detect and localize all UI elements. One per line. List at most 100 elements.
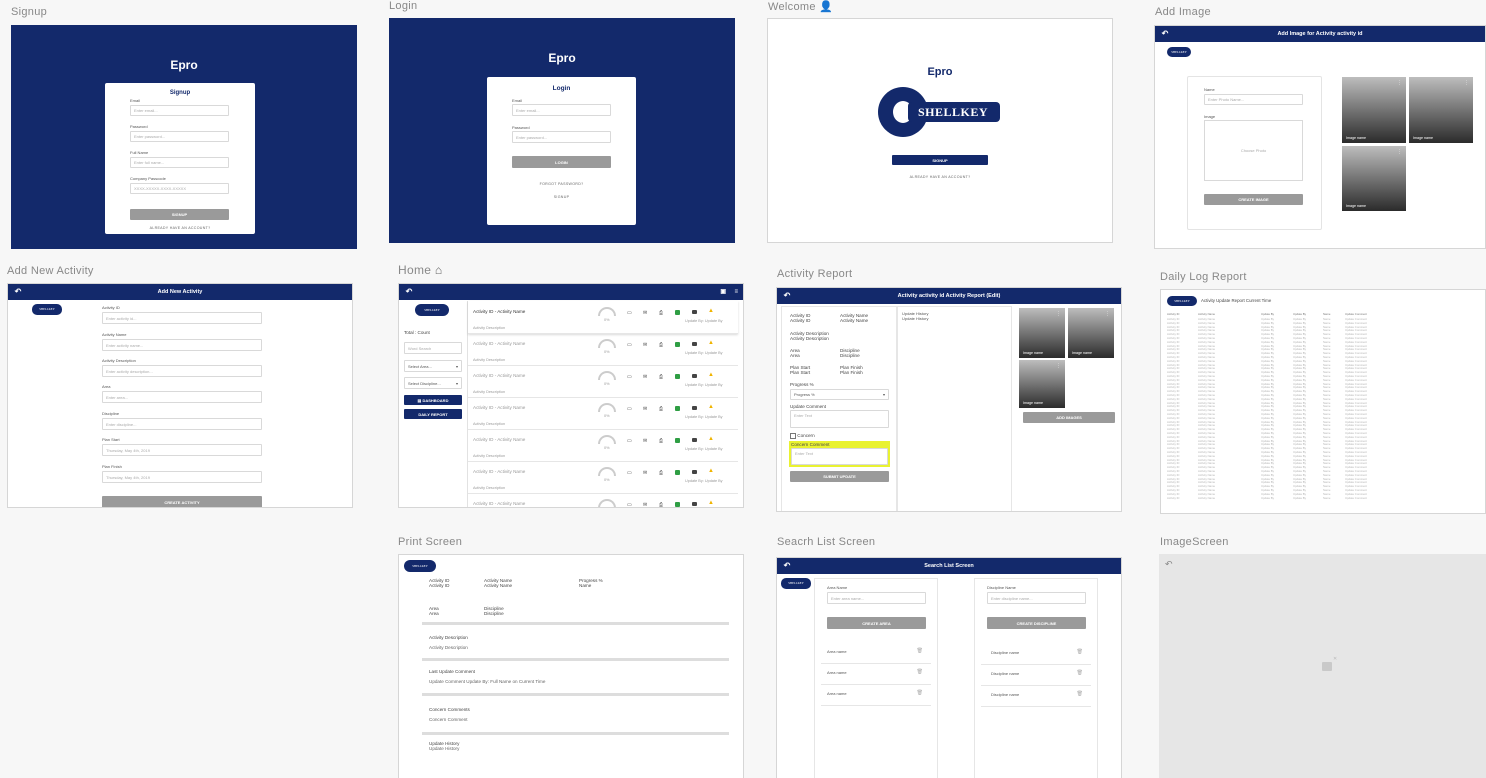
already-have-account-link[interactable]: ALREADY HAVE AN ACCOUNT? bbox=[105, 226, 255, 230]
dashboard-button[interactable]: ▤ DASHBOARD bbox=[404, 395, 462, 405]
trash-icon[interactable]: 🗑 bbox=[917, 648, 923, 654]
create-area-button[interactable]: CREATE AREA bbox=[827, 617, 926, 629]
chat-icon[interactable] bbox=[675, 406, 680, 411]
create-activity-button[interactable]: CREATE ACTIVITY bbox=[102, 496, 262, 507]
mail-icon[interactable]: ✉ bbox=[643, 310, 647, 316]
grid-icon[interactable]: ▣ bbox=[720, 284, 726, 300]
back-icon[interactable]: ↶ bbox=[782, 291, 792, 301]
warning-icon[interactable]: ▲ bbox=[708, 372, 714, 378]
activity-row[interactable]: Activity ID - Activity NameActivity Desc… bbox=[468, 397, 738, 430]
passcode-field[interactable]: XXXX-XXXXX-XXXX-XXXXX bbox=[130, 183, 229, 194]
more-icon[interactable]: ⋮ bbox=[1464, 80, 1469, 86]
word-search-input[interactable]: Word Search bbox=[404, 342, 462, 354]
list-item[interactable]: Discipline name 🗑 bbox=[981, 665, 1091, 686]
trash-icon[interactable]: 🗑 bbox=[1077, 670, 1083, 676]
signup-button[interactable]: SIGNUP bbox=[130, 209, 229, 220]
daily-report-button[interactable]: DAILY REPORT bbox=[404, 409, 462, 419]
activity-row[interactable]: Activity ID - Activity NameActivity Desc… bbox=[468, 301, 738, 334]
activity-row[interactable]: Activity ID - Activity NameActivity Desc… bbox=[468, 429, 738, 462]
camera-icon[interactable] bbox=[692, 438, 697, 442]
print-icon[interactable]: ⎙ bbox=[659, 502, 663, 507]
already-have-account-link[interactable]: ALREADY HAVE AN ACCOUNT? bbox=[768, 175, 1112, 179]
back-icon[interactable]: ↶ bbox=[782, 561, 792, 571]
mail-icon[interactable]: ✉ bbox=[643, 374, 647, 380]
more-icon[interactable]: ⋮ bbox=[1397, 149, 1402, 155]
folder-icon[interactable]: ▭ bbox=[627, 502, 632, 507]
signup-button[interactable]: SIGNUP bbox=[892, 155, 988, 165]
activity-row[interactable]: Activity ID - Activity NameActivity Desc… bbox=[468, 333, 738, 366]
list-item[interactable]: Area name 🗑 bbox=[821, 685, 931, 706]
back-icon[interactable]: ↶ bbox=[1160, 29, 1170, 39]
print-icon[interactable]: ⎙ bbox=[659, 470, 663, 476]
login-button[interactable]: LOGIN bbox=[512, 156, 611, 168]
print-icon[interactable]: ⎙ bbox=[659, 406, 663, 412]
print-icon[interactable]: ⎙ bbox=[659, 342, 663, 348]
activity-row[interactable]: Activity ID - Activity NameActivity Desc… bbox=[468, 461, 738, 494]
add-images-button[interactable]: ADD IMAGES bbox=[1023, 412, 1115, 423]
trash-icon[interactable]: 🗑 bbox=[917, 690, 923, 696]
chat-icon[interactable] bbox=[675, 342, 680, 347]
folder-icon[interactable]: ▭ bbox=[627, 406, 632, 412]
folder-icon[interactable]: ▭ bbox=[627, 470, 632, 476]
list-item[interactable]: Area name 🗑 bbox=[821, 643, 931, 664]
create-image-button[interactable]: CREATE IMAGE bbox=[1204, 194, 1303, 205]
folder-icon[interactable]: ▭ bbox=[627, 310, 632, 316]
concern-comment-field[interactable]: Enter Text bbox=[791, 448, 888, 465]
chat-icon[interactable] bbox=[675, 470, 680, 475]
trash-icon[interactable]: 🗑 bbox=[1077, 691, 1083, 697]
select-discipline-dropdown[interactable]: Select Discipline... ▾ bbox=[404, 377, 462, 389]
trash-icon[interactable]: 🗑 bbox=[1077, 649, 1083, 655]
chat-icon[interactable] bbox=[675, 438, 680, 443]
discipline-field[interactable]: Enter discipline... bbox=[102, 418, 262, 430]
activity-description-field[interactable]: Enter activity description... bbox=[102, 365, 262, 377]
forgot-password-link[interactable]: FORGOT PASSWORD? bbox=[487, 182, 636, 186]
password-field[interactable]: Enter password... bbox=[512, 131, 611, 143]
image-thumbnail[interactable]: ⋮ Image name bbox=[1019, 308, 1065, 358]
back-icon[interactable]: ↶ bbox=[1165, 559, 1173, 570]
mail-icon[interactable]: ✉ bbox=[643, 342, 647, 348]
mail-icon[interactable]: ✉ bbox=[643, 502, 647, 507]
mail-icon[interactable]: ✉ bbox=[643, 438, 647, 444]
camera-icon[interactable] bbox=[692, 470, 697, 474]
activity-id-field[interactable]: Enter activity id... bbox=[102, 312, 262, 324]
back-icon[interactable]: ↶ bbox=[13, 287, 23, 297]
progress-select[interactable]: Progress % ▾ bbox=[790, 389, 889, 400]
print-icon[interactable]: ⎙ bbox=[659, 310, 663, 316]
print-icon[interactable]: ⎙ bbox=[659, 374, 663, 380]
select-area-dropdown[interactable]: Select Area... ▾ bbox=[404, 360, 462, 372]
create-discipline-button[interactable]: CREATE DISCIPLINE bbox=[987, 617, 1086, 629]
signup-link[interactable]: SIGNUP bbox=[487, 195, 636, 199]
list-item[interactable]: Discipline name 🗑 bbox=[981, 686, 1091, 707]
concern-checkbox[interactable]: Concern bbox=[790, 433, 815, 439]
folder-icon[interactable]: ▭ bbox=[627, 342, 632, 348]
full-name-field[interactable]: Enter full name... bbox=[130, 157, 229, 168]
warning-icon[interactable]: ▲ bbox=[708, 404, 714, 410]
print-icon[interactable]: ⎙ bbox=[659, 438, 663, 444]
activity-row[interactable]: Activity ID - Activity NameActivity Desc… bbox=[468, 365, 738, 398]
discipline-name-field[interactable]: Enter discipline name... bbox=[987, 592, 1086, 604]
image-thumbnail[interactable]: ⋮ Image name bbox=[1068, 308, 1114, 358]
warning-icon[interactable]: ▲ bbox=[708, 500, 714, 506]
activity-row[interactable]: Activity ID - Activity NameActivity Desc… bbox=[468, 493, 738, 507]
password-field[interactable]: Enter password... bbox=[130, 131, 229, 142]
warning-icon[interactable]: ▲ bbox=[708, 468, 714, 474]
image-thumbnail[interactable]: ⋮ Image name bbox=[1342, 77, 1406, 143]
mail-icon[interactable]: ✉ bbox=[643, 470, 647, 476]
warning-icon[interactable]: ▲ bbox=[708, 340, 714, 346]
camera-icon[interactable] bbox=[692, 406, 697, 410]
mail-icon[interactable]: ✉ bbox=[643, 406, 647, 412]
folder-icon[interactable]: ▭ bbox=[627, 374, 632, 380]
more-icon[interactable]: ⋮ bbox=[1397, 80, 1402, 86]
folder-icon[interactable]: ▭ bbox=[627, 438, 632, 444]
back-icon[interactable]: ↶ bbox=[404, 287, 414, 297]
chat-icon[interactable] bbox=[675, 310, 680, 315]
chat-icon[interactable] bbox=[675, 502, 680, 507]
choose-photo-dropzone[interactable]: Choose Photo bbox=[1204, 120, 1303, 181]
activity-name-field[interactable]: Enter activity name... bbox=[102, 339, 262, 351]
plan-finish-field[interactable]: Thursday, May 4th, 2019 bbox=[102, 471, 262, 483]
plan-start-field[interactable]: Thursday, May 4th, 2019 bbox=[102, 444, 262, 456]
image-thumbnail[interactable]: ⋮ Image name bbox=[1409, 77, 1473, 143]
area-name-field[interactable]: Enter area name... bbox=[827, 592, 926, 604]
chat-icon[interactable] bbox=[675, 374, 680, 379]
email-field[interactable]: Enter email... bbox=[512, 104, 611, 116]
